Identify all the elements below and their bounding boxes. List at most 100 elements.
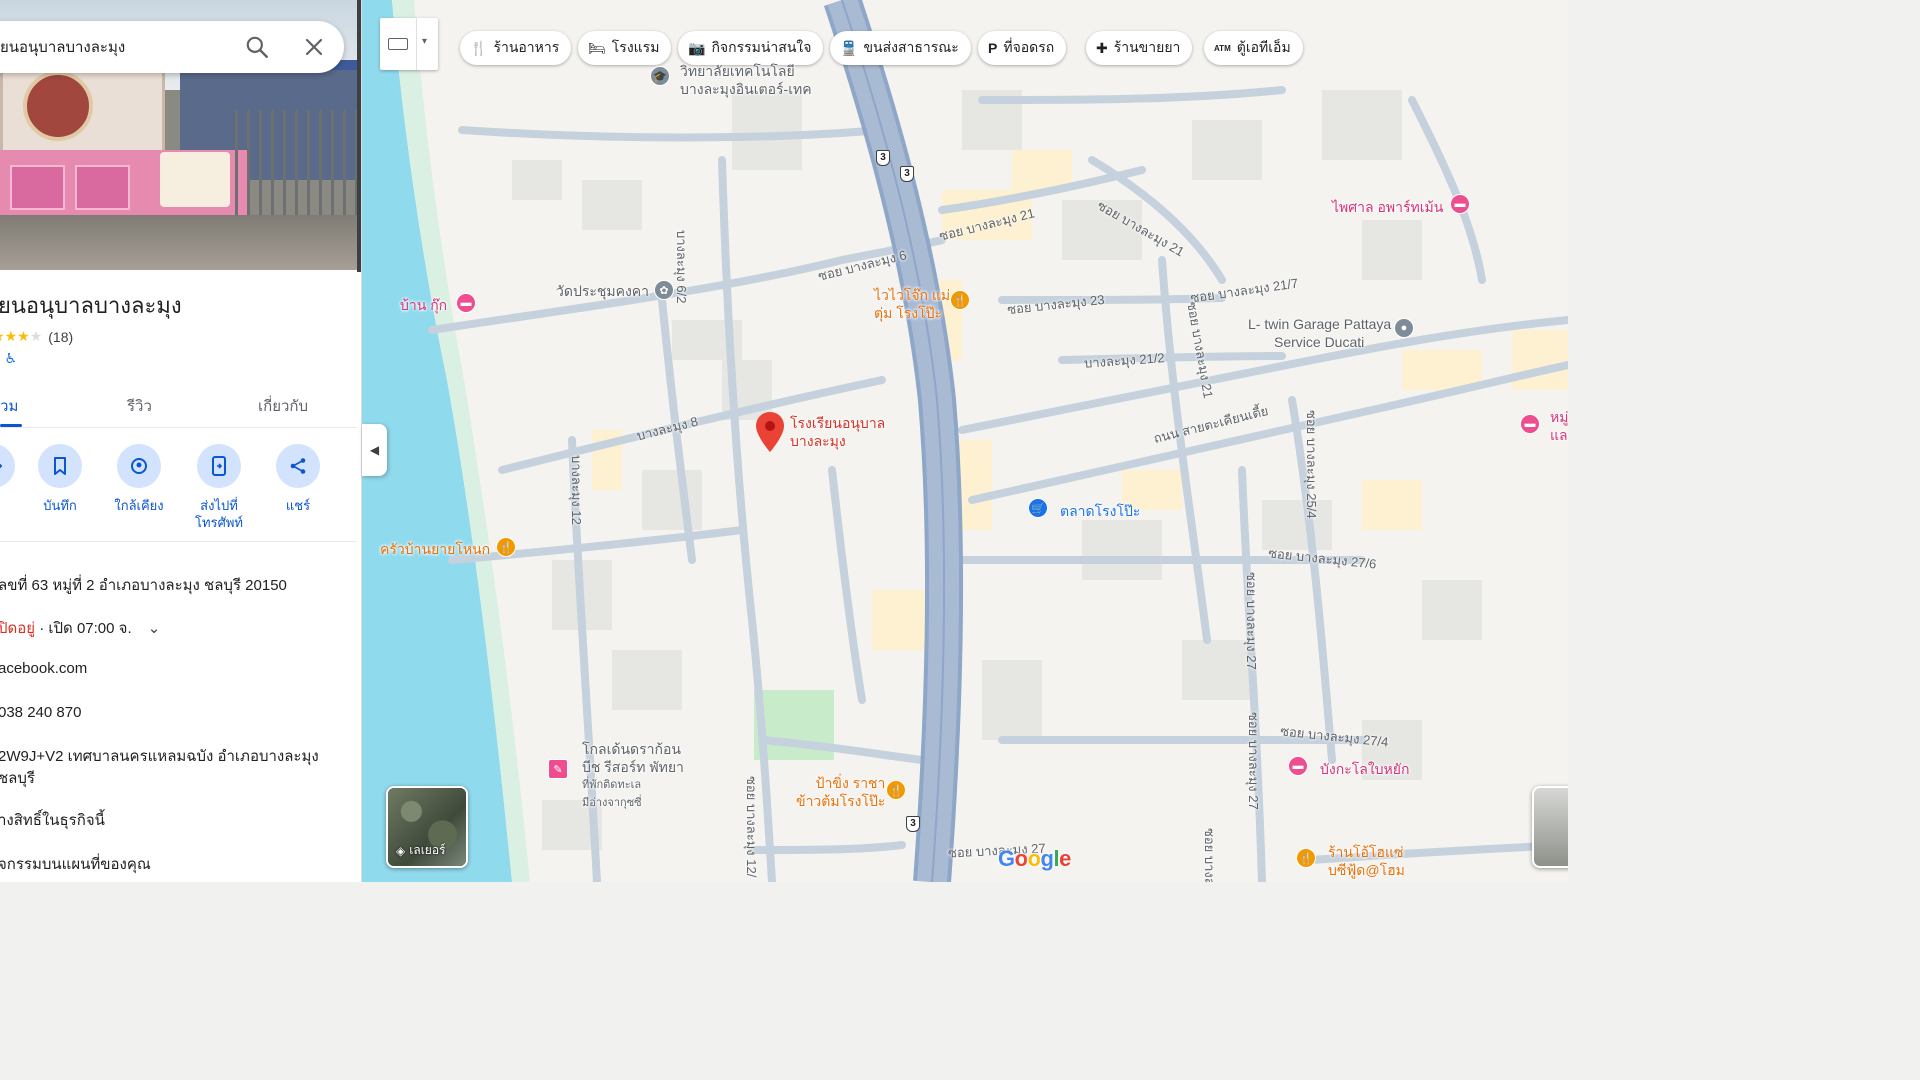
poi-golden[interactable]: โกลเด้นดราก้อน บีช รีสอร์ท พัทยา ที่พักต… (582, 740, 684, 812)
road-label: บางละมุง 6/2 (674, 230, 689, 304)
chip-hotels[interactable]: 🛏 โรงแรม (578, 31, 672, 65)
chevron-down-icon[interactable]: ⌄ (148, 619, 161, 637)
poi-college-line-2: บางละมุงอินเตอร์-เทค (680, 81, 812, 97)
nearby-button[interactable]: ใกล้เคียง (104, 444, 174, 514)
pin-label[interactable]: โรงเรียนอนุบาล บางละมุง (790, 414, 885, 450)
chip-things-to-do[interactable]: 📷 กิจกรรมน่าสนใจ (678, 31, 824, 65)
pin-label-line-1: โรงเรียนอนุบาล (790, 415, 886, 431)
hotel-icon[interactable]: ▬ (1520, 414, 1540, 434)
atm-icon: ATM (1214, 43, 1231, 53)
chip-atm[interactable]: ATM ตู้เอทีเอ็ม (1204, 31, 1303, 65)
hotel-icon[interactable]: ▬ (1288, 756, 1308, 776)
chip-pharmacy[interactable]: ✚ ร้านขายยา (1086, 31, 1193, 65)
tab-reviews[interactable]: รีวิว (127, 394, 152, 418)
close-icon[interactable] (302, 35, 326, 59)
claim-business-row[interactable]: ้างสิทธิ์ในธุรกิจนี้ (0, 808, 105, 832)
poi-ltwin[interactable]: L- twin Garage Pattaya Service Ducati (1248, 315, 1391, 351)
poi-bungalow[interactable]: บังกะโลใบหยัก (1320, 760, 1409, 778)
road-label: บางละมุง 12 (569, 455, 584, 525)
directions-icon (0, 444, 15, 488)
school-icon[interactable]: 🎓 (650, 66, 670, 86)
keyboard-shortcut-button[interactable]: ▾ (380, 18, 438, 70)
chip-parking[interactable]: P ที่จอดรถ (978, 31, 1067, 65)
poi-ltwin-line-2: Service Ducati (1274, 334, 1365, 350)
rating-row[interactable]: ★ ★ ★ ★ (18) (0, 328, 73, 345)
tab-overview[interactable]: รวม (0, 394, 18, 418)
poi-wat[interactable]: วัดประชุมคงคา (556, 282, 649, 300)
collapse-panel-button[interactable]: ◀ (362, 424, 387, 476)
map-canvas[interactable]: ▾ 🍴 ร้านอาหาร 🛏 โรงแรม 📷 กิจกรรมน่าสนใจ … (362, 0, 1568, 882)
layers-button[interactable]: ◈ เลเยอร์ (386, 786, 468, 868)
place-icon[interactable]: ● (1394, 318, 1414, 338)
send-to-phone-button[interactable]: ส่งไปที่ โทรศัพท์ (184, 444, 254, 531)
google-logo: Google (998, 846, 1071, 871)
hotel-icon[interactable]: ▬ (1450, 194, 1470, 214)
poi-edge[interactable]: หมู่ แล (1550, 408, 1568, 444)
tab-indicator (0, 424, 22, 427)
send-to-phone-icon (197, 444, 241, 488)
hotel-icon: 🛏 (588, 39, 606, 56)
chip-label: โรงแรม (611, 39, 660, 55)
review-count[interactable]: (18) (48, 329, 73, 345)
route-shield: 3 (876, 150, 890, 166)
address-row[interactable]: ลขที่ 63 หมู่ที่ 2 อำเภอบางละมุง ชลบุรี … (0, 573, 287, 597)
poi-edge-line-2: แล (1550, 427, 1568, 443)
search-icon[interactable] (244, 34, 270, 60)
map-activity-row[interactable]: ิจกรรมบนแผนที่ของคุณ (0, 852, 151, 876)
nearby-icon (117, 444, 161, 488)
poi-market[interactable]: ตลาดโรงโป๊ะ (1060, 502, 1140, 520)
search-input[interactable] (0, 35, 200, 59)
restaurant-icon[interactable]: 🍴 (1296, 848, 1316, 868)
wheelchair-icon: · ♿ (0, 350, 18, 366)
share-icon (276, 444, 320, 488)
share-button[interactable]: แชร์ (263, 444, 333, 514)
poi-voivoi-line-1: ไวไวโจ๊ก แม่ (874, 287, 951, 303)
poi-voivoi[interactable]: ไวไวโจ๊ก แม่ ตุ่ม โรงโป๊ะ (874, 286, 950, 322)
hours-row[interactable]: ปิดอยู่ · เปิด 07:00 จ. ⌄ (0, 616, 160, 640)
phone-row[interactable]: 038 240 870 (0, 704, 81, 721)
layers-label: ◈ เลเยอร์ (396, 841, 445, 860)
restaurant-icon: 🍴 (470, 39, 488, 56)
poi-ban-kuk[interactable]: บ้าน กุ๊ก (400, 296, 447, 314)
directions-button[interactable] (0, 444, 28, 497)
save-button[interactable]: บันทึก (25, 444, 95, 514)
street-view-thumbnail[interactable] (1532, 786, 1568, 868)
plus-code-row[interactable]: 2W9J+V2 เทศบาลนครแหลมฉบัง อำเภอบางละมุง … (0, 746, 319, 790)
poi-college[interactable]: วิทยาลัยเทคโนโลยี บางละมุงอินเตอร์-เทค (680, 62, 812, 98)
keyboard-divider (416, 18, 417, 70)
map-pin-icon (756, 412, 784, 452)
website-row[interactable]: acebook.com (0, 660, 87, 677)
hotel-icon[interactable]: ▬ (456, 293, 476, 313)
poi-paa[interactable]: ป้าขิ่ง ราชา ข้าวต้มโรงโป๊ะ (796, 774, 885, 810)
chip-transit[interactable]: 🚆 ขนส่งสาธารณะ (830, 31, 971, 65)
divider (0, 541, 357, 542)
poi-right-restaurant[interactable]: ร้านโอ้โฮแซ่ บซีฟู้ด@โฮม (1328, 843, 1405, 879)
poi-edge-line-1: หมู่ (1550, 409, 1568, 425)
keyboard-icon (388, 38, 408, 50)
poi-college-line-1: วิทยาลัยเทคโนโลยี (680, 63, 795, 79)
chip-label: ตู้เอทีเอ็ม (1236, 39, 1291, 55)
restaurant-icon[interactable]: 🍴 (886, 780, 906, 800)
poi-krua[interactable]: ครัวบ้านยายโหนก (380, 540, 490, 558)
tab-about[interactable]: เกี่ยวกับ (258, 394, 308, 418)
chip-label: ขนส่งสาธารณะ (863, 39, 959, 55)
panel-scrollbar[interactable] (357, 0, 361, 272)
star-icon: ★ (4, 328, 18, 344)
temple-icon[interactable]: ✿ (654, 280, 674, 300)
resort-icon[interactable]: ✎ (548, 759, 568, 779)
hours-status: ปิดอยู่ (0, 620, 36, 637)
poi-right-line-2: บซีฟู้ด@โฮม (1328, 862, 1405, 878)
search-box[interactable] (0, 21, 344, 73)
poi-phaisan[interactable]: ไพศาล อพาร์ทเม้น (1332, 198, 1443, 216)
restaurant-icon[interactable]: 🍴 (950, 290, 970, 310)
star-icon: ★ (17, 328, 30, 344)
chevron-left-icon: ◀ (369, 443, 380, 457)
bookmark-icon (38, 444, 82, 488)
layers-label-text: เลเยอร์ (409, 843, 446, 857)
shopping-cart-icon[interactable]: 🛒 (1028, 498, 1048, 518)
route-shield: 3 (906, 816, 920, 832)
chevron-down-icon[interactable]: ▾ (422, 36, 427, 47)
poi-paa-line-1: ป้าขิ่ง ราชา (815, 775, 886, 791)
chip-restaurants[interactable]: 🍴 ร้านอาหาร (460, 31, 572, 65)
restaurant-icon[interactable]: 🍴 (496, 537, 516, 557)
